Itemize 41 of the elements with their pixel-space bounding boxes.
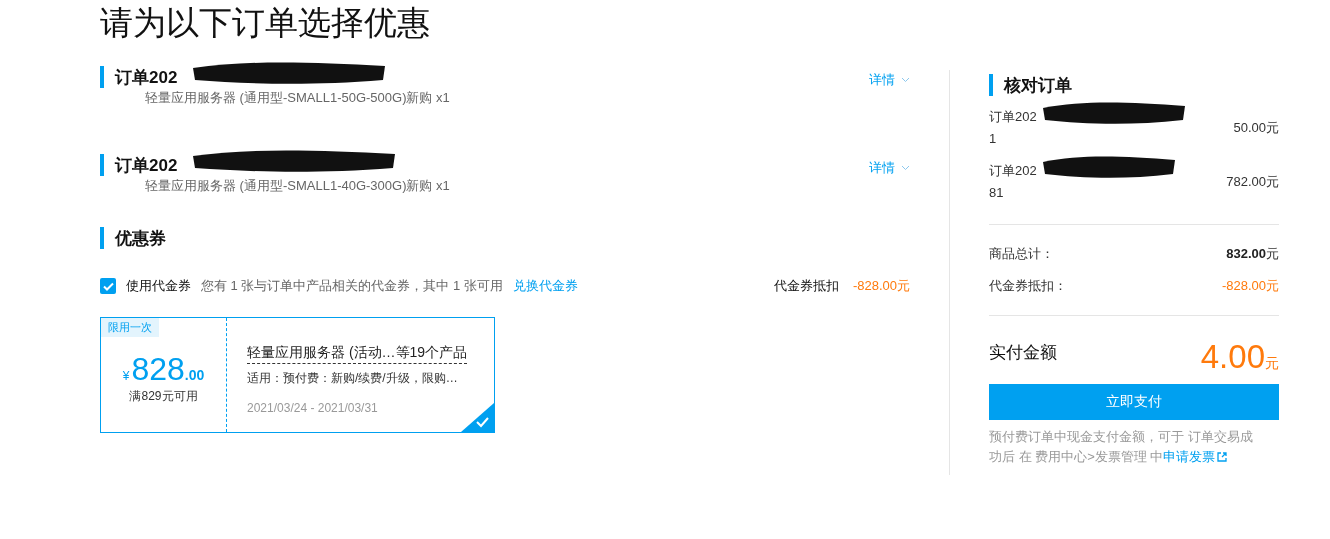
deduction-label: 代金券抵扣 bbox=[773, 277, 839, 295]
deduction-value: -828.00元 bbox=[1221, 277, 1279, 295]
order-number: 订单202 bbox=[989, 162, 1037, 180]
page-title: 请为以下订单选择优惠 bbox=[99, 4, 431, 42]
order-title: 订单202 bbox=[115, 154, 178, 177]
selected-check-icon bbox=[461, 403, 494, 432]
order-amount: 50.00元 bbox=[1233, 119, 1279, 137]
voucher-card[interactable]: 限用一次 ¥828.00 满829元可用 轻量应用服务器 (活动…等19个产品 适用：预付费：新购/续费/升级，限购… 2021/03/24 - 2021/03/31 bbox=[100, 317, 495, 433]
exchange-link[interactable]: 兑换代金券 bbox=[512, 277, 578, 295]
section-heading: 优惠券 bbox=[100, 227, 910, 249]
total-value: 832.00元 bbox=[1226, 245, 1279, 263]
deduction-label: 代金券抵扣： bbox=[989, 277, 1067, 295]
voucher-info: 您有 1 张与订单中产品相关的代金券，其中 1 张可用 bbox=[201, 277, 503, 295]
deduction-value: -828.00元 bbox=[852, 277, 910, 295]
chevron-icon bbox=[901, 165, 910, 171]
voucher-tag: 限用一次 bbox=[101, 318, 159, 337]
voucher-threshold: 满829元可用 bbox=[129, 388, 198, 405]
voucher-amount: ¥828.00 bbox=[122, 351, 205, 388]
checkbox[interactable] bbox=[100, 278, 116, 294]
pay-button[interactable]: 立即支付 bbox=[989, 384, 1279, 420]
details-link[interactable]: 详情 bbox=[869, 70, 910, 90]
voucher-dates: 2021/03/24 - 2021/03/31 bbox=[247, 401, 379, 415]
section-heading: 核对订单 bbox=[989, 74, 1279, 96]
product-description: 轻量应用服务器 (通用型-SMALL1-40G-300G)新购 x1 bbox=[144, 177, 450, 195]
details-link[interactable]: 详情 bbox=[869, 158, 910, 178]
order-number: 81 bbox=[989, 184, 1005, 202]
amount-due-value: 4.00元 bbox=[1200, 338, 1279, 376]
amount-due-label: 实付金额 bbox=[989, 342, 1057, 364]
order-amount: 782.00元 bbox=[1226, 173, 1279, 191]
chevron-icon bbox=[901, 77, 910, 83]
checkbox-label: 使用代金券 bbox=[126, 277, 191, 295]
invoice-link[interactable]: 申请发票 bbox=[1163, 449, 1228, 464]
voucher-name: 轻量应用服务器 (活动…等19个产品 bbox=[247, 344, 468, 364]
total-label: 商品总计： bbox=[989, 245, 1054, 263]
external-link-icon bbox=[1217, 452, 1228, 462]
order-number: 1 bbox=[989, 130, 998, 148]
product-description: 轻量应用服务器 (通用型-SMALL1-50G-500G)新购 x1 bbox=[144, 89, 450, 107]
invoice-note: 预付费订单中现金支付金额，可于 订单交易成功后 在 费用中心>发票管理 中申请发票 bbox=[989, 428, 1254, 466]
order-number: 订单202 bbox=[989, 108, 1037, 126]
voucher-scope: 适用：预付费：新购/续费/升级，限购… bbox=[247, 370, 459, 387]
order-title: 订单202 bbox=[115, 66, 178, 89]
